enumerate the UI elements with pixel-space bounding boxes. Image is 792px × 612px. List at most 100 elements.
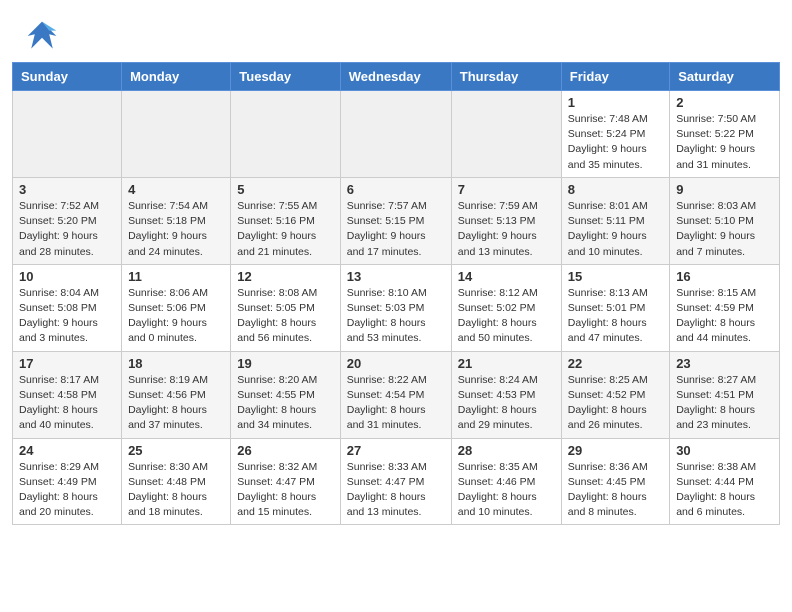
- header-day-wednesday: Wednesday: [340, 63, 451, 91]
- calendar-cell: 5 Sunrise: 7:55 AM Sunset: 5:16 PM Daylig…: [231, 177, 340, 264]
- calendar-cell: [340, 91, 451, 178]
- day-info: Sunrise: 8:36 AM Sunset: 4:45 PM Dayligh…: [568, 460, 663, 521]
- day-info: Sunrise: 7:55 AM Sunset: 5:16 PM Dayligh…: [237, 199, 333, 260]
- day-number: 10: [19, 269, 115, 284]
- calendar-cell: 30 Sunrise: 8:38 AM Sunset: 4:44 PM Dayli…: [670, 438, 780, 525]
- day-number: 13: [347, 269, 445, 284]
- calendar-cell: 7Sunrise: 7:59 AM Sunset: 5:13 PM Daylig…: [451, 177, 561, 264]
- calendar-wrapper: SundayMondayTuesdayWednesdayThursdayFrid…: [0, 62, 792, 537]
- calendar-cell: 28 Sunrise: 8:35 AM Sunset: 4:46 PM Dayli…: [451, 438, 561, 525]
- day-number: 8: [568, 182, 663, 197]
- calendar-cell: 20 Sunrise: 8:22 AM Sunset: 4:54 PM Dayli…: [340, 351, 451, 438]
- day-info: Sunrise: 8:32 AM Sunset: 4:47 PM Dayligh…: [237, 460, 333, 521]
- week-row-4: 24Sunrise: 8:29 AM Sunset: 4:49 PM Dayli…: [13, 438, 780, 525]
- week-row-1: 3 Sunrise: 7:52 AM Sunset: 5:20 PM Daylig…: [13, 177, 780, 264]
- calendar-cell: 11Sunrise: 8:06 AM Sunset: 5:06 PM Dayli…: [122, 264, 231, 351]
- calendar-cell: 1Sunrise: 7:48 AM Sunset: 5:24 PM Daylig…: [561, 91, 669, 178]
- day-info: Sunrise: 8:38 AM Sunset: 4:44 PM Dayligh…: [676, 460, 773, 521]
- day-info: Sunrise: 8:03 AM Sunset: 5:10 PM Dayligh…: [676, 199, 773, 260]
- calendar-cell: 15Sunrise: 8:13 AM Sunset: 5:01 PM Dayli…: [561, 264, 669, 351]
- day-info: Sunrise: 8:12 AM Sunset: 5:02 PM Dayligh…: [458, 286, 555, 347]
- day-info: Sunrise: 8:15 AM Sunset: 4:59 PM Dayligh…: [676, 286, 773, 347]
- day-number: 19: [237, 356, 333, 371]
- day-number: 5: [237, 182, 333, 197]
- day-number: 14: [458, 269, 555, 284]
- calendar-cell: 29 Sunrise: 8:36 AM Sunset: 4:45 PM Dayli…: [561, 438, 669, 525]
- header-day-monday: Monday: [122, 63, 231, 91]
- day-info: Sunrise: 8:01 AM Sunset: 5:11 PM Dayligh…: [568, 199, 663, 260]
- day-number: 25: [128, 443, 224, 458]
- day-number: 20: [347, 356, 445, 371]
- week-row-2: 10 Sunrise: 8:04 AM Sunset: 5:08 PM Dayli…: [13, 264, 780, 351]
- header-row: SundayMondayTuesdayWednesdayThursdayFrid…: [13, 63, 780, 91]
- week-row-0: 1Sunrise: 7:48 AM Sunset: 5:24 PM Daylig…: [13, 91, 780, 178]
- day-number: 17: [19, 356, 115, 371]
- header-day-sunday: Sunday: [13, 63, 122, 91]
- calendar-cell: [122, 91, 231, 178]
- calendar-cell: [13, 91, 122, 178]
- calendar-cell: 9 Sunrise: 8:03 AM Sunset: 5:10 PM Daylig…: [670, 177, 780, 264]
- day-info: Sunrise: 8:17 AM Sunset: 4:58 PM Dayligh…: [19, 373, 115, 434]
- calendar-cell: 13 Sunrise: 8:10 AM Sunset: 5:03 PM Dayli…: [340, 264, 451, 351]
- calendar-table: SundayMondayTuesdayWednesdayThursdayFrid…: [12, 62, 780, 525]
- day-info: Sunrise: 7:59 AM Sunset: 5:13 PM Dayligh…: [458, 199, 555, 260]
- day-number: 6: [347, 182, 445, 197]
- day-number: 23: [676, 356, 773, 371]
- calendar-cell: 19 Sunrise: 8:20 AM Sunset: 4:55 PM Dayli…: [231, 351, 340, 438]
- day-info: Sunrise: 8:13 AM Sunset: 5:01 PM Dayligh…: [568, 286, 663, 347]
- day-info: Sunrise: 7:48 AM Sunset: 5:24 PM Dayligh…: [568, 112, 663, 173]
- day-info: Sunrise: 8:35 AM Sunset: 4:46 PM Dayligh…: [458, 460, 555, 521]
- logo: [24, 18, 64, 54]
- day-info: Sunrise: 8:08 AM Sunset: 5:05 PM Dayligh…: [237, 286, 333, 347]
- day-info: Sunrise: 8:33 AM Sunset: 4:47 PM Dayligh…: [347, 460, 445, 521]
- day-number: 16: [676, 269, 773, 284]
- calendar-cell: 8 Sunrise: 8:01 AM Sunset: 5:11 PM Daylig…: [561, 177, 669, 264]
- day-info: Sunrise: 8:29 AM Sunset: 4:49 PM Dayligh…: [19, 460, 115, 521]
- day-info: Sunrise: 8:27 AM Sunset: 4:51 PM Dayligh…: [676, 373, 773, 434]
- day-info: Sunrise: 7:52 AM Sunset: 5:20 PM Dayligh…: [19, 199, 115, 260]
- day-number: 22: [568, 356, 663, 371]
- header-day-thursday: Thursday: [451, 63, 561, 91]
- header-day-saturday: Saturday: [670, 63, 780, 91]
- calendar-cell: 24Sunrise: 8:29 AM Sunset: 4:49 PM Dayli…: [13, 438, 122, 525]
- day-info: Sunrise: 8:19 AM Sunset: 4:56 PM Dayligh…: [128, 373, 224, 434]
- calendar-cell: 4Sunrise: 7:54 AM Sunset: 5:18 PM Daylig…: [122, 177, 231, 264]
- calendar-cell: 23 Sunrise: 8:27 AM Sunset: 4:51 PM Dayli…: [670, 351, 780, 438]
- day-info: Sunrise: 8:22 AM Sunset: 4:54 PM Dayligh…: [347, 373, 445, 434]
- calendar-cell: 26 Sunrise: 8:32 AM Sunset: 4:47 PM Dayli…: [231, 438, 340, 525]
- day-number: 27: [347, 443, 445, 458]
- day-info: Sunrise: 8:30 AM Sunset: 4:48 PM Dayligh…: [128, 460, 224, 521]
- header-day-friday: Friday: [561, 63, 669, 91]
- calendar-cell: [231, 91, 340, 178]
- day-number: 26: [237, 443, 333, 458]
- calendar-body: 1Sunrise: 7:48 AM Sunset: 5:24 PM Daylig…: [13, 91, 780, 525]
- day-info: Sunrise: 7:57 AM Sunset: 5:15 PM Dayligh…: [347, 199, 445, 260]
- day-info: Sunrise: 8:25 AM Sunset: 4:52 PM Dayligh…: [568, 373, 663, 434]
- day-info: Sunrise: 8:24 AM Sunset: 4:53 PM Dayligh…: [458, 373, 555, 434]
- day-number: 28: [458, 443, 555, 458]
- calendar-cell: [451, 91, 561, 178]
- calendar-cell: 12Sunrise: 8:08 AM Sunset: 5:05 PM Dayli…: [231, 264, 340, 351]
- calendar-cell: 17 Sunrise: 8:17 AM Sunset: 4:58 PM Dayli…: [13, 351, 122, 438]
- logo-icon: [24, 18, 60, 54]
- day-info: Sunrise: 8:04 AM Sunset: 5:08 PM Dayligh…: [19, 286, 115, 347]
- calendar-header: SundayMondayTuesdayWednesdayThursdayFrid…: [13, 63, 780, 91]
- page-header: [0, 0, 792, 62]
- calendar-cell: 2Sunrise: 7:50 AM Sunset: 5:22 PM Daylig…: [670, 91, 780, 178]
- day-number: 3: [19, 182, 115, 197]
- day-info: Sunrise: 8:20 AM Sunset: 4:55 PM Dayligh…: [237, 373, 333, 434]
- calendar-cell: 16 Sunrise: 8:15 AM Sunset: 4:59 PM Dayli…: [670, 264, 780, 351]
- calendar-cell: 3 Sunrise: 7:52 AM Sunset: 5:20 PM Daylig…: [13, 177, 122, 264]
- day-number: 9: [676, 182, 773, 197]
- day-number: 21: [458, 356, 555, 371]
- day-number: 30: [676, 443, 773, 458]
- day-info: Sunrise: 7:50 AM Sunset: 5:22 PM Dayligh…: [676, 112, 773, 173]
- day-info: Sunrise: 8:10 AM Sunset: 5:03 PM Dayligh…: [347, 286, 445, 347]
- day-number: 18: [128, 356, 224, 371]
- day-number: 29: [568, 443, 663, 458]
- day-info: Sunrise: 7:54 AM Sunset: 5:18 PM Dayligh…: [128, 199, 224, 260]
- calendar-cell: 6 Sunrise: 7:57 AM Sunset: 5:15 PM Daylig…: [340, 177, 451, 264]
- calendar-cell: 10 Sunrise: 8:04 AM Sunset: 5:08 PM Dayli…: [13, 264, 122, 351]
- calendar-cell: 25 Sunrise: 8:30 AM Sunset: 4:48 PM Dayli…: [122, 438, 231, 525]
- week-row-3: 17 Sunrise: 8:17 AM Sunset: 4:58 PM Dayli…: [13, 351, 780, 438]
